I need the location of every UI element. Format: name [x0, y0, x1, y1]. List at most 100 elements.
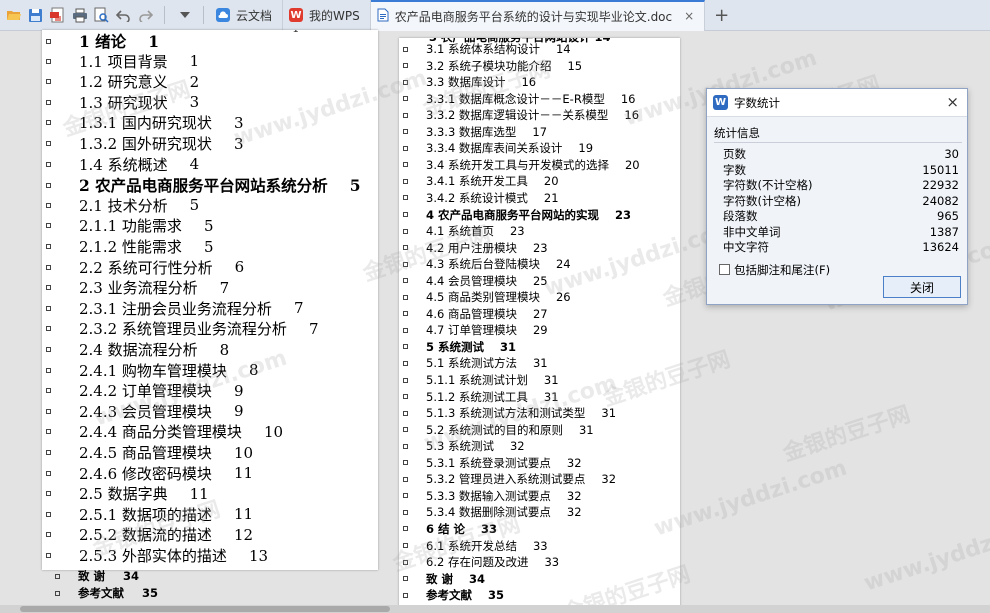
toc-entry-page-number: 13: [248, 546, 269, 565]
stat-value: 24082: [922, 193, 959, 208]
toc-entry-title: 3.1 系统体系结构设计: [426, 42, 540, 56]
toc-entry[interactable]: 2.1 技术分析 5: [46, 195, 199, 216]
toc-entry[interactable]: 2 农产品电商服务平台网站系统分析 5: [46, 174, 360, 196]
watermark-text: www.jyddzi.com: [651, 455, 851, 542]
toc-entry[interactable]: 4.3 系统后台登陆模块 24: [403, 256, 571, 272]
toc-entry-title: 1 绪论: [79, 32, 127, 51]
toc-entry[interactable]: 2.5 数据字典 11: [46, 483, 209, 504]
toc-entry[interactable]: 致 谢 34: [403, 571, 485, 587]
toc-entry[interactable]: 2.4.3 会员管理模块 9: [46, 401, 243, 422]
toc-entry-page-number: 23: [532, 240, 548, 255]
toc-entry[interactable]: 5.1.1 系统测试计划 31: [403, 372, 559, 388]
include-footnotes-checkbox[interactable]: [719, 264, 730, 275]
dropdown-icon[interactable]: [176, 7, 193, 24]
toc-entry[interactable]: 5.3.3 数据输入测试要点 32: [403, 488, 582, 504]
toc-entry[interactable]: 2.3.2 系统管理员业务流程分析 7: [46, 318, 318, 339]
toc-entry[interactable]: 5.3.2 管理员进入系统测试要点 32: [403, 471, 616, 487]
toc-entry[interactable]: 2.5.2 数据流的描述 12: [46, 524, 253, 545]
scrollbar-thumb[interactable]: [20, 606, 390, 612]
list-bullet: [46, 244, 51, 249]
tab-document[interactable]: 农产品电商服务平台系统的设计与实现毕业论文.doc ×: [370, 0, 706, 31]
horizontal-scrollbar[interactable]: [0, 605, 990, 613]
toc-entry[interactable]: 4.4 会员管理模块 25: [403, 273, 548, 289]
toc-entry[interactable]: 3.3 数据库设计 16: [403, 74, 536, 90]
toc-entry-title: 4.7 订单管理模块: [426, 323, 517, 338]
toc-entry[interactable]: 2.4.2 订单管理模块 9: [46, 380, 243, 401]
save-icon[interactable]: [27, 7, 44, 24]
toc-entry[interactable]: 2.3.1 注册会员业务流程分析 7: [46, 298, 303, 319]
toc-entry[interactable]: 3.3.3 数据库选型 17: [403, 124, 547, 140]
open-folder-icon[interactable]: [5, 7, 22, 24]
toc-entry[interactable]: 2.4.5 商品管理模块 10: [46, 442, 253, 463]
toc-entry[interactable]: 2.3 业务流程分析 7: [46, 277, 229, 298]
toc-entry[interactable]: 2.4.6 修改密码模块 11: [46, 463, 253, 484]
toc-entry[interactable]: 1.2 研究意义 2: [46, 71, 199, 92]
toc-entry[interactable]: 5.3 系统测试 32: [403, 438, 525, 454]
dialog-close-icon[interactable]: ×: [946, 93, 959, 111]
toc-entry-title: 2.4.3 会员管理模块: [79, 402, 212, 421]
toc-entry[interactable]: 5.1.2 系统测试工具 31: [403, 389, 559, 405]
add-tab-icon[interactable]: +: [713, 5, 730, 26]
toc-entry[interactable]: 1.3 研究现状 3: [46, 92, 199, 113]
toc-entry[interactable]: 5.3.1 系统登录测试要点 32: [403, 455, 582, 471]
toc-entry[interactable]: 2.5.3 外部实体的描述 13: [46, 545, 268, 566]
dialog-titlebar[interactable]: W 字数统计: [707, 89, 967, 117]
toc-entry[interactable]: 4.7 订单管理模块 29: [403, 322, 548, 338]
toc-entry[interactable]: 6.2 存在问题及改进 33: [403, 554, 559, 570]
toc-entry[interactable]: 3.4.2 系统设计模式 21: [403, 190, 559, 206]
undo-icon[interactable]: [115, 7, 132, 24]
toc-entry[interactable]: 4.1 系统首页 23: [403, 223, 525, 239]
toc-entry[interactable]: 1.3.2 国外研究现状 3: [46, 133, 243, 154]
toc-entry-page-number: 26: [555, 290, 571, 305]
toc-entry[interactable]: 5.3.4 数据删除测试要点 32: [403, 504, 582, 520]
toc-entry[interactable]: 2.5.1 数据项的描述 11: [46, 504, 253, 525]
toc-entry[interactable]: 参考文献 35: [55, 585, 158, 601]
list-bullet: [46, 141, 51, 146]
list-bullet: [46, 223, 51, 229]
toc-entry[interactable]: 2.4 数据流程分析 8: [46, 339, 229, 360]
toc-entry[interactable]: 4.2 用户注册模块 23: [403, 240, 548, 256]
toc-entry[interactable]: 1.1 项目背景 1: [46, 51, 199, 72]
list-bullet: [403, 46, 408, 52]
list-bullet: [46, 388, 51, 394]
export-pdf-icon[interactable]: [49, 7, 66, 24]
toc-entry[interactable]: 4 农产品电商服务平台网站的实现 23: [403, 207, 631, 223]
toc-entry[interactable]: 3.1 系统体系结构设计 14: [403, 41, 571, 57]
toc-entry[interactable]: 2.2 系统可行性分析 6: [46, 257, 244, 278]
toc-entry[interactable]: 5 系统测试 31: [403, 339, 516, 355]
list-bullet: [403, 427, 408, 433]
toc-entry[interactable]: 3.4.1 系统开发工具 20: [403, 173, 559, 189]
toc-entry[interactable]: 1.4 系统概述 4: [46, 154, 199, 175]
toc-entry[interactable]: 致 谢 34: [55, 568, 139, 584]
toc-entry[interactable]: 2.1.1 功能需求 5: [46, 215, 213, 236]
toc-entry[interactable]: 1.3.1 国内研究现状 3: [46, 112, 243, 133]
toc-entry[interactable]: 3.3.2 数据库逻辑设计－－关系模型 16: [403, 107, 639, 123]
stat-row: 字数 15011: [723, 163, 959, 179]
toc-entry[interactable]: 4.5 商品类别管理模块 26: [403, 289, 571, 305]
toc-entry[interactable]: 5.2 系统测试的目的和原则 31: [403, 422, 594, 438]
toc-entry[interactable]: 3.4 系统开发工具与开发模式的选择 20: [403, 157, 640, 173]
close-dialog-button[interactable]: 关闭: [883, 276, 961, 298]
toc-entry[interactable]: 6 结 论 33: [403, 521, 497, 537]
list-bullet: [46, 326, 51, 332]
toc-entry[interactable]: 3.3.4 数据库表间关系设计 19: [403, 140, 593, 156]
print-preview-icon[interactable]: [93, 7, 110, 24]
toc-entry[interactable]: 1 绪论 1: [46, 30, 159, 52]
toc-entry[interactable]: 4.6 商品管理模块 27: [403, 306, 548, 322]
toc-entry[interactable]: 3.3.1 数据库概念设计－－E-R模型 16: [403, 91, 635, 107]
toc-entry[interactable]: 5.1 系统测试方法 31: [403, 355, 548, 371]
tab-cloud-docs[interactable]: 云文档: [210, 0, 284, 30]
toc-entry[interactable]: 3.2 系统子模块功能介绍 15: [403, 58, 582, 74]
tab-my-wps[interactable]: W 我的WPS: [283, 0, 371, 30]
toc-entry[interactable]: 参考文献 35: [403, 587, 504, 603]
toc-entry[interactable]: 5.1.3 系统测试方法和测试类型 31: [403, 405, 616, 421]
toc-entry[interactable]: 2.1.2 性能需求 5: [46, 236, 213, 257]
close-tab-icon[interactable]: ×: [684, 9, 694, 23]
toc-entry[interactable]: 6.1 系统开发总结 33: [403, 538, 548, 554]
redo-icon[interactable]: [137, 7, 154, 24]
toc-entry[interactable]: 2.4.4 商品分类管理模块 10: [46, 421, 283, 442]
toc-entry-title: 4.3 系统后台登陆模块: [426, 257, 540, 272]
toc-entry[interactable]: 2.4.1 购物车管理模块 8: [46, 360, 258, 381]
list-bullet: [403, 145, 408, 151]
print-icon[interactable]: [71, 7, 88, 24]
